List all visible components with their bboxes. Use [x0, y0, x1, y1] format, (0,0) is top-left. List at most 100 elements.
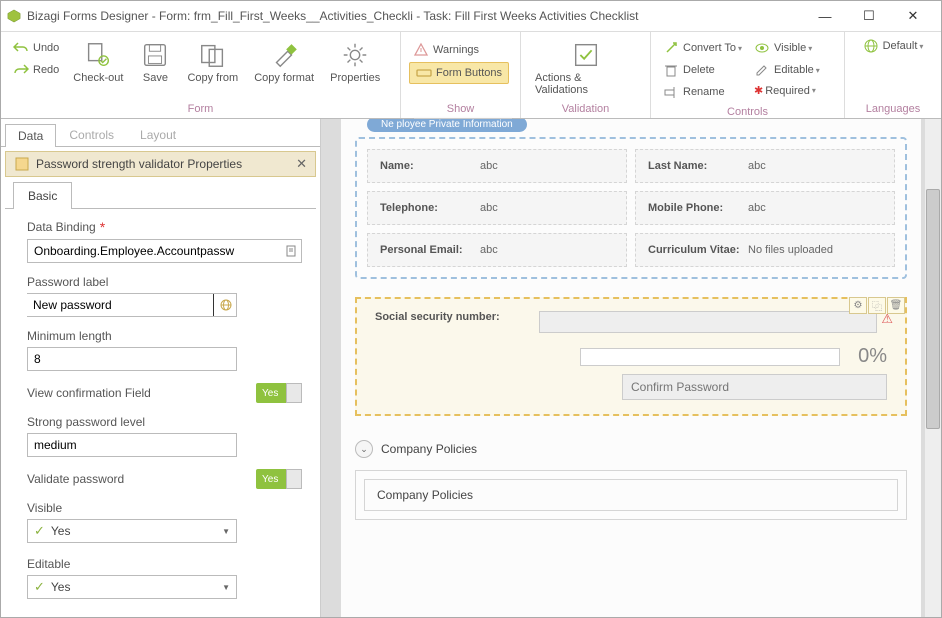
group-header-pill: Ne ployee Private Information [367, 119, 527, 132]
minlength-label: Minimum length [27, 329, 302, 343]
warnings-icon [413, 42, 429, 58]
widget-settings-button[interactable]: ⚙ [849, 297, 867, 314]
passwordlabel-input[interactable] [27, 294, 214, 316]
title-bar: Bizagi Forms Designer - Form: frm_Fill_F… [1, 1, 941, 31]
chevron-down-icon: ▼ [222, 583, 230, 592]
validation-icon [571, 40, 601, 70]
required-star-icon: ✱ [754, 84, 763, 97]
copyformat-button[interactable]: Copy format [246, 36, 322, 88]
passwordlabel-localize-button[interactable] [214, 294, 236, 316]
viewconfirm-label: View confirmation Field [27, 386, 256, 400]
properties-header: Password strength validator Properties ✕ [5, 151, 316, 177]
visible-select[interactable]: ✓ Yes ▼ [27, 519, 237, 543]
field-mobile[interactable]: Mobile Phone:abc [635, 191, 895, 225]
maximize-button[interactable]: ☐ [847, 2, 891, 30]
gear-icon: ⚙ [854, 300, 863, 311]
widget-copy-button[interactable]: ⿻ [868, 297, 886, 314]
tab-layout[interactable]: Layout [127, 123, 189, 146]
accordion-toggle[interactable]: ⌄ [355, 440, 373, 458]
save-button[interactable]: Save [131, 36, 179, 88]
check-icon: ✓ [34, 579, 45, 595]
properties-close-button[interactable]: ✕ [296, 156, 307, 172]
browse-icon [284, 244, 298, 258]
ssn-label: Social security number: [369, 311, 539, 323]
properties-icon [340, 40, 370, 70]
eye-icon [754, 40, 770, 56]
validatepwd-toggle[interactable]: Yes [256, 469, 302, 489]
rename-icon [663, 84, 679, 100]
basic-tab[interactable]: Basic [13, 182, 72, 209]
viewconfirm-toggle[interactable]: Yes [256, 383, 302, 403]
undo-icon [13, 40, 29, 56]
editable-label: Editable [27, 557, 302, 571]
field-telephone[interactable]: Telephone:abc [367, 191, 627, 225]
widget-delete-button[interactable]: 🗑 [887, 297, 905, 314]
minimize-button[interactable]: — [803, 2, 847, 30]
confirm-password-input[interactable] [622, 374, 887, 400]
strength-percent: 0% [858, 345, 887, 368]
vertical-scrollbar[interactable] [925, 119, 941, 617]
field-name[interactable]: Name:abc [367, 149, 627, 183]
app-logo-icon [7, 9, 21, 23]
checkout-button[interactable]: Check-out [65, 36, 131, 88]
properties-button[interactable]: Properties [322, 36, 388, 88]
checkout-icon [83, 40, 113, 70]
databinding-label: Data Binding* [27, 219, 302, 235]
editable-select[interactable]: ✓ Yes ▼ [27, 575, 237, 599]
field-email[interactable]: Personal Email:abc [367, 233, 627, 267]
delete-icon [663, 62, 679, 78]
ssn-input[interactable] [539, 311, 877, 333]
password-validator-widget[interactable]: ⚙ ⿻ 🗑 Social security number: ⚠ 0% [355, 297, 907, 416]
globe-small-icon [219, 298, 233, 312]
visible-button[interactable]: Visible▾ [750, 38, 824, 58]
delete-button[interactable]: Delete [659, 60, 746, 80]
accordion-inner-label: Company Policies [364, 479, 898, 511]
rename-button[interactable]: Rename [659, 82, 746, 102]
editable-button[interactable]: Editable▾ [750, 60, 824, 80]
ribbon-group-validation-label: Validation [527, 101, 644, 116]
widget-icon [14, 156, 30, 172]
scrollbar-thumb[interactable] [926, 189, 940, 429]
minlength-input[interactable] [28, 348, 236, 370]
undo-button[interactable]: Undo [9, 38, 63, 58]
ribbon-group-form-label: Form [7, 101, 394, 116]
formbuttons-button[interactable]: Form Buttons [409, 62, 509, 84]
visible-label: Visible [27, 501, 302, 515]
field-cv[interactable]: Curriculum Vitae:No files uploaded [635, 233, 895, 267]
tab-data[interactable]: Data [5, 124, 56, 147]
databinding-browse-button[interactable] [279, 240, 301, 262]
redo-button[interactable]: Redo [9, 60, 63, 80]
ribbon: Undo Redo Check-out Save Copy from Copy … [1, 31, 941, 119]
copyformat-icon [269, 40, 299, 70]
canvas-area: Ne ployee Private Information Name:abc L… [321, 119, 941, 617]
required-button[interactable]: ✱Required▾ [750, 82, 824, 99]
passwordlabel-label: Password label [27, 275, 302, 289]
globe-icon [863, 38, 879, 54]
databinding-input[interactable] [28, 240, 279, 262]
actions-validations-button[interactable]: Actions & Validations [527, 36, 644, 100]
chevron-down-icon: ⌄ [360, 444, 368, 455]
copyfrom-button[interactable]: Copy from [179, 36, 246, 88]
stronglevel-label: Strong password level [27, 415, 302, 429]
chevron-down-icon: ▼ [222, 527, 230, 536]
tab-controls[interactable]: Controls [56, 123, 127, 146]
field-lastname[interactable]: Last Name:abc [635, 149, 895, 183]
close-button[interactable]: ✕ [891, 2, 935, 30]
ribbon-group-show-label: Show [407, 101, 514, 116]
stronglevel-input[interactable] [28, 434, 236, 456]
copy-icon: ⿻ [872, 298, 882, 313]
validatepwd-label: Validate password [27, 472, 256, 486]
default-language-button[interactable]: Default▾ [859, 36, 928, 56]
pencil-icon [754, 62, 770, 78]
formbuttons-icon [416, 65, 432, 81]
company-policies-section: ⌄ Company Policies Company Policies [355, 436, 907, 520]
copyfrom-icon [198, 40, 228, 70]
trash-icon: 🗑 [890, 300, 903, 311]
strength-bar [580, 348, 840, 366]
warnings-button[interactable]: Warnings [409, 40, 509, 60]
redo-icon [13, 62, 29, 78]
left-panel: Data Controls Layout Password strength v… [1, 119, 321, 617]
convertto-button[interactable]: Convert To▾ [659, 38, 746, 58]
save-icon [140, 40, 170, 70]
employee-info-group: Name:abc Last Name:abc Telephone:abc Mob… [355, 137, 907, 279]
